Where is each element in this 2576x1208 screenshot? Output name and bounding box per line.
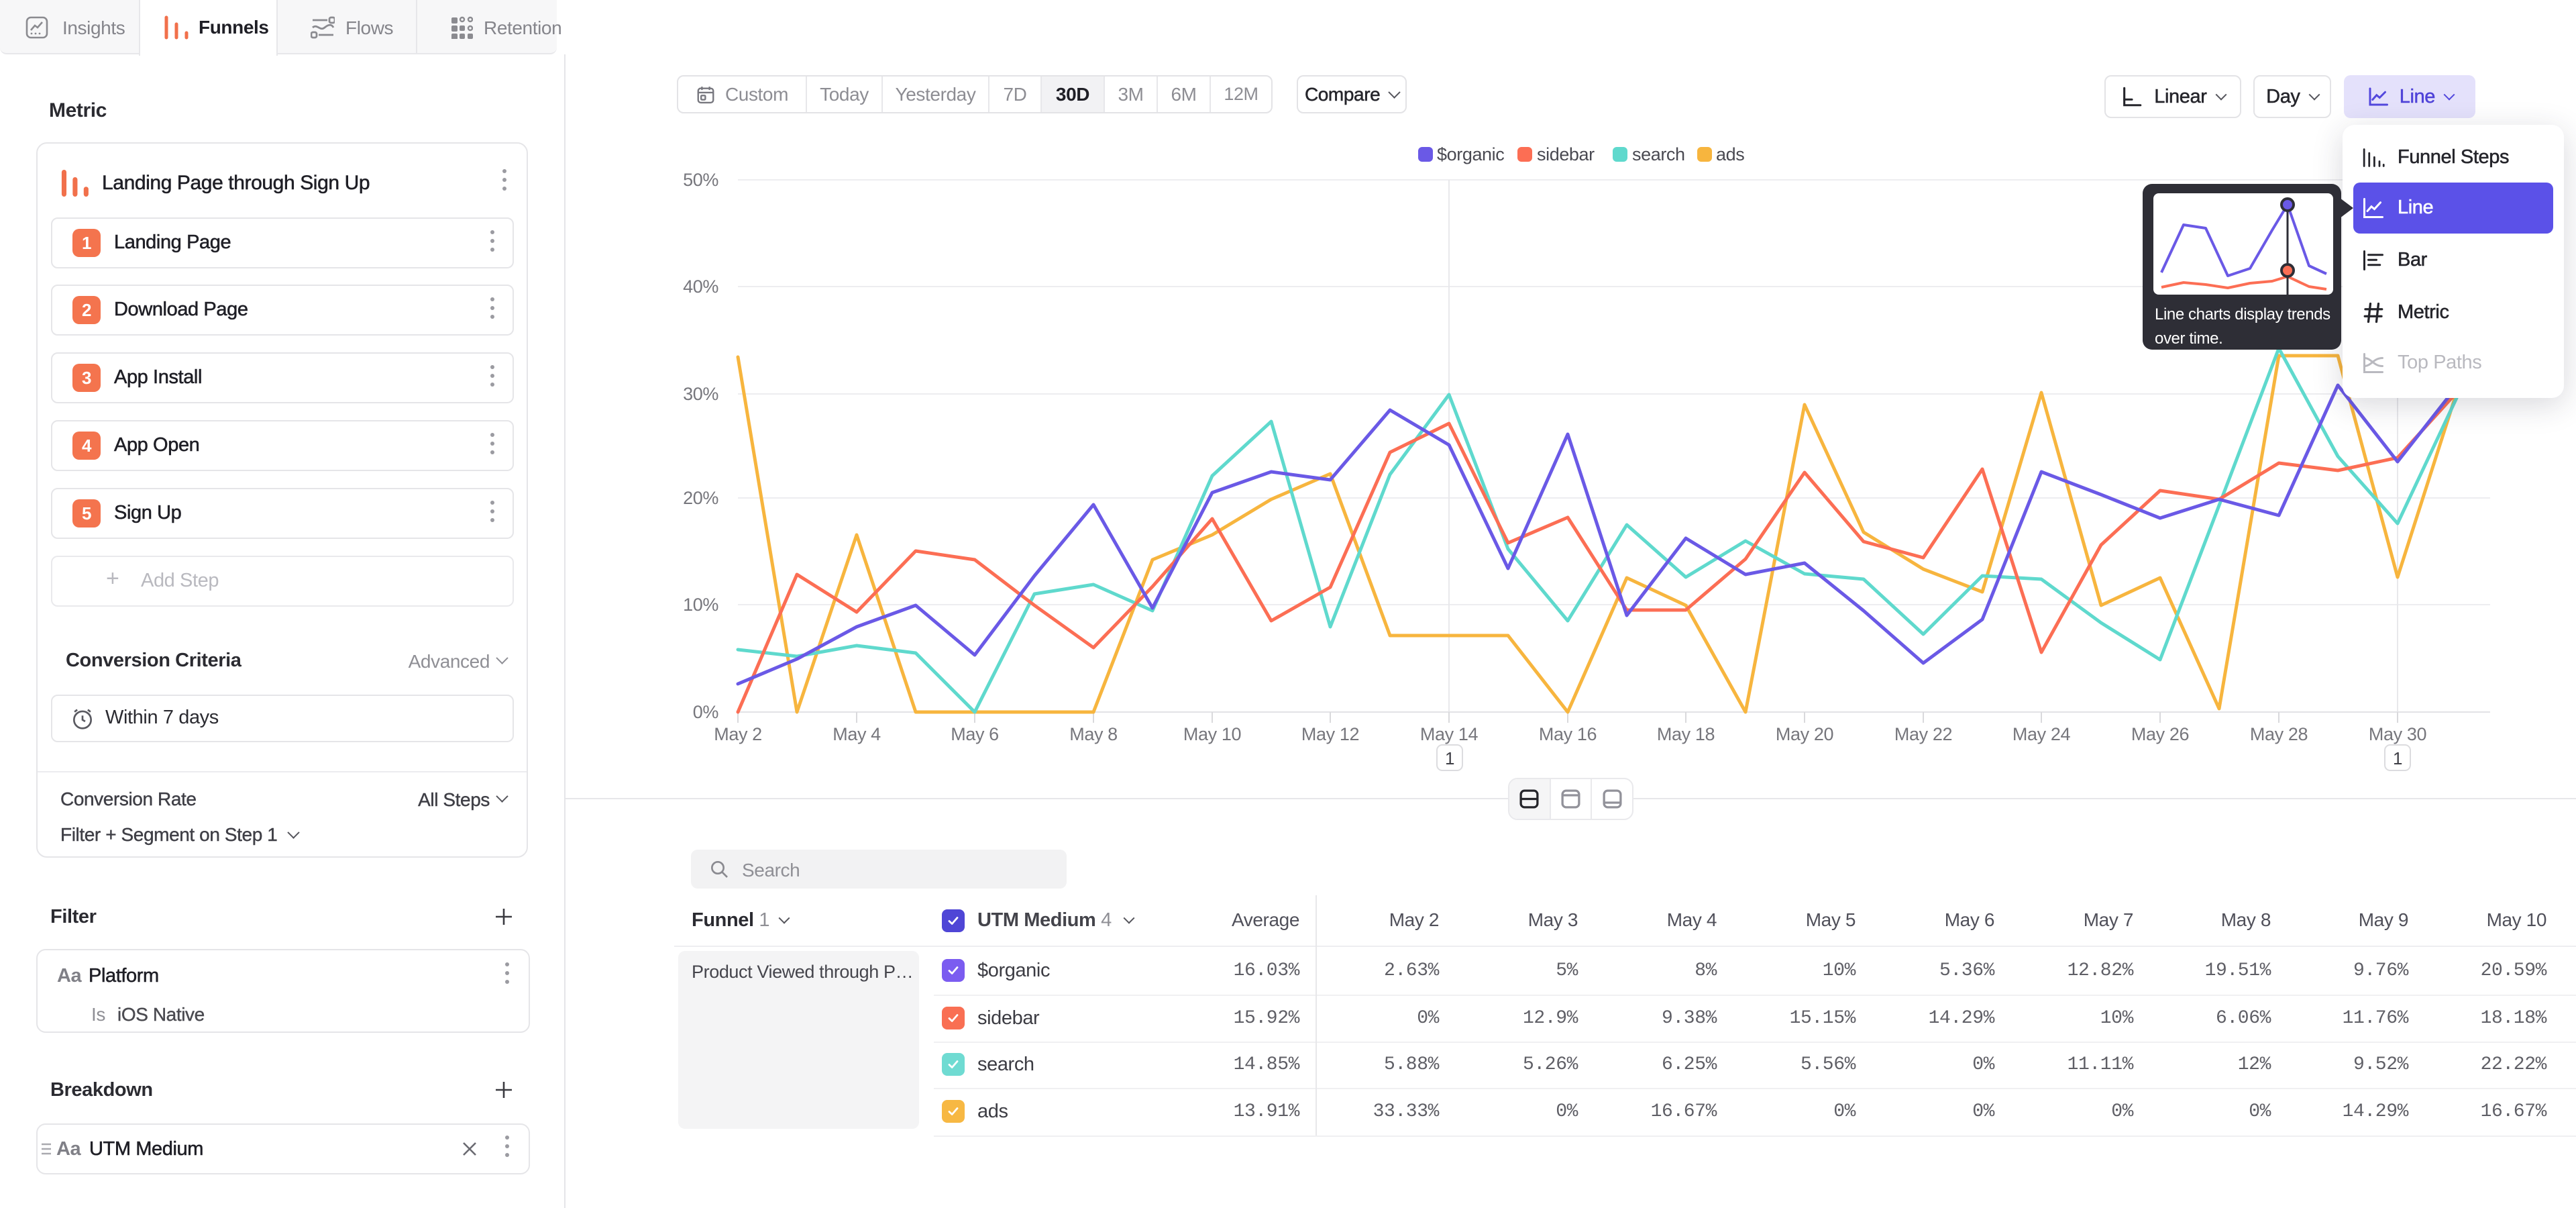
svg-text:May 28: May 28 xyxy=(2250,724,2308,744)
svg-text:1: 1 xyxy=(2393,748,2402,768)
svg-text:May 24: May 24 xyxy=(2012,724,2071,744)
svg-text:20%: 20% xyxy=(683,488,718,508)
svg-text:May 2: May 2 xyxy=(714,724,762,744)
svg-text:10%: 10% xyxy=(683,595,718,615)
svg-text:30%: 30% xyxy=(683,384,718,404)
svg-text:0%: 0% xyxy=(693,702,719,722)
svg-text:May 18: May 18 xyxy=(1657,724,1715,744)
svg-text:May 6: May 6 xyxy=(951,724,999,744)
svg-text:May 4: May 4 xyxy=(833,724,881,744)
svg-text:May 20: May 20 xyxy=(1776,724,1833,744)
svg-text:May 12: May 12 xyxy=(1301,724,1359,744)
svg-text:May 8: May 8 xyxy=(1069,724,1118,744)
svg-text:1: 1 xyxy=(1445,748,1454,768)
svg-text:40%: 40% xyxy=(683,276,718,297)
svg-text:May 16: May 16 xyxy=(1539,724,1597,744)
svg-text:May 14: May 14 xyxy=(1420,724,1479,744)
svg-text:May 30: May 30 xyxy=(2369,724,2426,744)
svg-text:May 26: May 26 xyxy=(2131,724,2189,744)
svg-text:May 10: May 10 xyxy=(1183,724,1241,744)
svg-text:May 22: May 22 xyxy=(1894,724,1952,744)
svg-text:50%: 50% xyxy=(683,170,718,190)
